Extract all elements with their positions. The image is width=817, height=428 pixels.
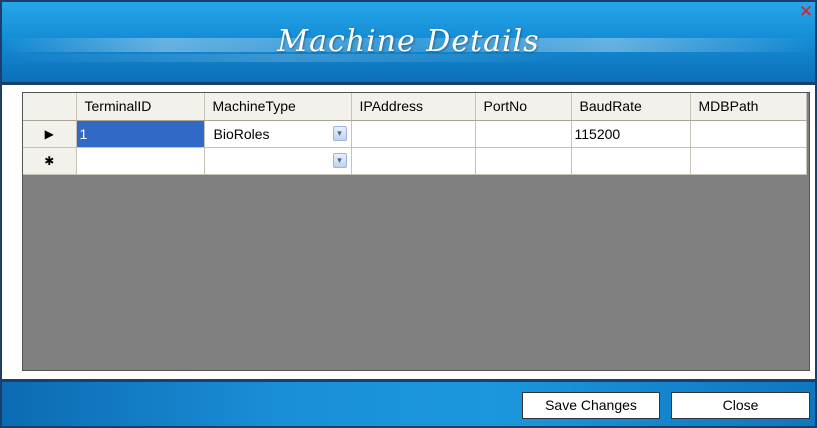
table-row: ▶ 1 BioRoles ▾ 115200 bbox=[23, 120, 807, 148]
cell-portno[interactable] bbox=[475, 147, 572, 175]
machine-grid[interactable]: TerminalID MachineType IPAddress PortNo … bbox=[22, 92, 810, 371]
save-changes-button[interactable]: Save Changes bbox=[522, 392, 660, 419]
window-title: Machine Details bbox=[277, 24, 540, 59]
chevron-down-icon[interactable]: ▾ bbox=[332, 125, 347, 141]
cell-machinetype[interactable]: BioRoles ▾ bbox=[204, 120, 352, 148]
machine-details-window: Machine Details ✕ TerminalID MachineType… bbox=[0, 0, 817, 428]
current-row-arrow-icon[interactable]: ▶ bbox=[23, 120, 77, 148]
column-header-baudrate[interactable]: BaudRate bbox=[571, 93, 691, 121]
close-button[interactable]: Close bbox=[671, 392, 810, 419]
cell-mdbpath[interactable] bbox=[690, 147, 807, 175]
button-bar: Save Changes Close bbox=[2, 382, 815, 426]
chevron-down-icon[interactable]: ▾ bbox=[332, 152, 347, 168]
new-row: ✱ ▾ bbox=[23, 147, 807, 175]
cell-ipaddress[interactable] bbox=[351, 147, 476, 175]
machinetype-combobox[interactable]: ▾ bbox=[208, 148, 351, 174]
column-header-terminalid[interactable]: TerminalID bbox=[76, 93, 205, 121]
header-divider bbox=[2, 82, 815, 85]
column-header-portno[interactable]: PortNo bbox=[475, 93, 572, 121]
machinetype-value: BioRoles bbox=[213, 125, 270, 142]
new-row-asterisk-icon[interactable]: ✱ bbox=[23, 147, 77, 175]
machinetype-combobox[interactable]: BioRoles ▾ bbox=[208, 121, 351, 147]
close-icon[interactable]: ✕ bbox=[798, 4, 814, 21]
cell-baudrate[interactable]: 115200 bbox=[571, 120, 691, 148]
column-header-machinetype[interactable]: MachineType bbox=[204, 93, 352, 121]
column-header-mdbpath[interactable]: MDBPath bbox=[690, 93, 807, 121]
cell-baudrate[interactable] bbox=[571, 147, 691, 175]
cell-terminalid[interactable]: 1 bbox=[76, 120, 205, 148]
machine-table: TerminalID MachineType IPAddress PortNo … bbox=[23, 93, 807, 175]
column-header-ipaddress[interactable]: IPAddress bbox=[351, 93, 476, 121]
row-header-corner bbox=[23, 93, 77, 121]
cell-terminalid[interactable] bbox=[76, 147, 205, 175]
cell-ipaddress[interactable] bbox=[351, 120, 476, 148]
cell-machinetype[interactable]: ▾ bbox=[204, 147, 352, 175]
cell-mdbpath[interactable] bbox=[690, 120, 807, 148]
title-bar: Machine Details ✕ bbox=[2, 2, 815, 82]
header-row: TerminalID MachineType IPAddress PortNo … bbox=[23, 93, 807, 121]
cell-portno[interactable] bbox=[475, 120, 572, 148]
